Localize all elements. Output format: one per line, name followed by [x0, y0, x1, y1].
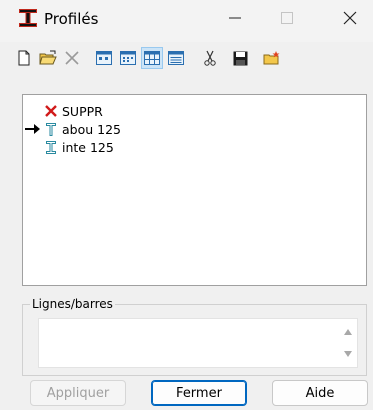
lines-group-label: Lignes/barres: [30, 297, 115, 311]
maximize-button[interactable]: [264, 0, 310, 40]
apply-button[interactable]: Appliquer: [30, 380, 126, 406]
t-beam-icon: [44, 140, 58, 154]
current-item-arrow-icon: [24, 121, 42, 137]
view-details-icon[interactable]: [166, 48, 186, 68]
red-x-icon: [44, 104, 58, 118]
folder-star-icon[interactable]: [262, 48, 282, 68]
t-beam-icon: [44, 122, 58, 136]
list-item-label: SUPPR: [62, 103, 103, 119]
help-button[interactable]: Aide: [272, 380, 368, 406]
save-disk-icon[interactable]: [230, 48, 250, 68]
scroll-down-arrow-icon[interactable]: [341, 348, 355, 360]
list-item-label: inte 125: [62, 139, 114, 155]
minimize-button[interactable]: [212, 0, 258, 40]
view-grid-icon[interactable]: [141, 47, 163, 69]
close-button[interactable]: Fermer: [151, 380, 247, 406]
close-icon: [343, 11, 357, 29]
beam-app-icon: [18, 8, 38, 28]
maximize-icon: [281, 12, 293, 28]
list-item[interactable]: SUPPR: [44, 103, 103, 119]
window-title: Profilés: [44, 10, 99, 28]
list-item[interactable]: inte 125: [44, 139, 114, 155]
new-doc-icon[interactable]: [14, 48, 34, 68]
view-small-icons-icon[interactable]: [94, 48, 114, 68]
profiles-window: Profilés SUPPR abou 125 inte 125 Lignes/…: [0, 0, 373, 410]
minimize-icon: [229, 12, 241, 28]
scissors-icon[interactable]: [200, 48, 220, 68]
scroll-up-arrow-icon[interactable]: [341, 326, 355, 338]
view-list-icon[interactable]: [118, 48, 138, 68]
open-folder-icon[interactable]: [38, 48, 58, 68]
close-window-button[interactable]: [327, 0, 373, 40]
delete-x-icon[interactable]: [62, 48, 82, 68]
list-item-label: abou 125: [62, 121, 121, 137]
toolbar: [0, 42, 373, 74]
list-item[interactable]: abou 125: [44, 121, 121, 137]
lines-bars-field[interactable]: [38, 318, 358, 368]
title-bar[interactable]: Profilés: [0, 0, 373, 42]
